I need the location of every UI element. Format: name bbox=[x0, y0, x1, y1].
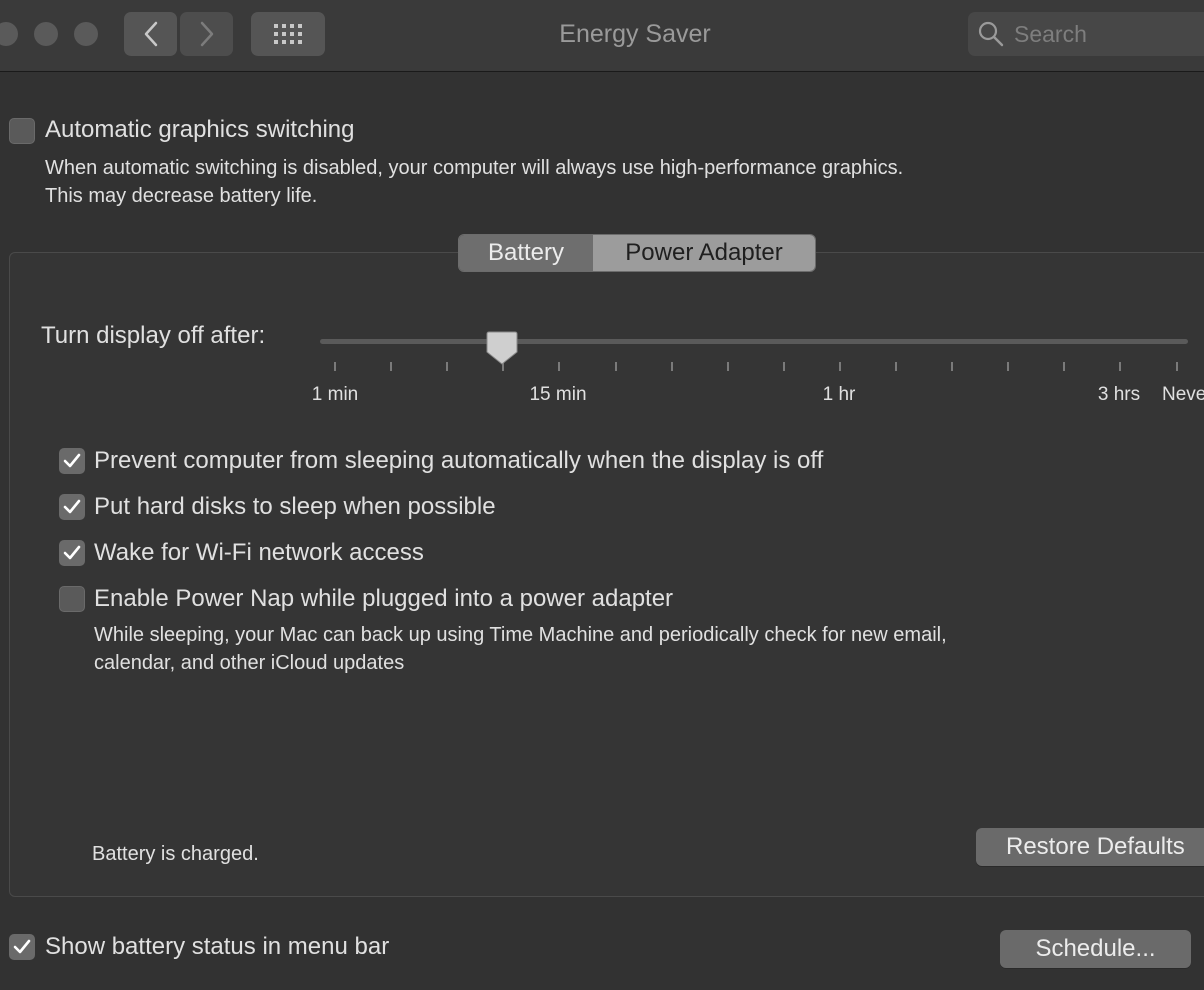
checkmark-icon bbox=[13, 939, 31, 954]
hard-disk-sleep-checkbox[interactable] bbox=[59, 494, 85, 520]
checkmark-icon bbox=[63, 499, 81, 514]
title-bar: Energy Saver Search bbox=[0, 0, 1204, 72]
tab-power-adapter[interactable]: Power Adapter bbox=[593, 235, 815, 271]
tick-label-15-min: 15 min bbox=[529, 384, 587, 405]
slider-tick bbox=[614, 362, 617, 371]
wake-wifi-label: Wake for Wi-Fi network access bbox=[94, 539, 424, 566]
display-off-label: Turn display off after: bbox=[41, 322, 266, 349]
slider-tick bbox=[1119, 362, 1122, 371]
slider-tick bbox=[1175, 362, 1178, 371]
display-off-slider-track[interactable] bbox=[320, 339, 1188, 344]
tick-label-1-hr: 1 hr bbox=[822, 384, 856, 405]
search-placeholder: Search bbox=[1014, 21, 1087, 47]
search-icon bbox=[978, 21, 1004, 47]
slider-tick bbox=[670, 362, 673, 371]
power-source-tabs: Battery Power Adapter bbox=[458, 234, 816, 272]
hard-disk-sleep-label: Put hard disks to sleep when possible bbox=[94, 493, 496, 520]
tick-label-never: Never bbox=[1162, 384, 1204, 405]
show-battery-status-checkbox[interactable] bbox=[9, 934, 35, 960]
slider-tick bbox=[782, 362, 785, 371]
slider-tick bbox=[390, 362, 393, 371]
checkmark-icon bbox=[63, 453, 81, 468]
slider-tick bbox=[838, 362, 841, 371]
slider-tick bbox=[1063, 362, 1066, 371]
slider-tick bbox=[726, 362, 729, 371]
power-nap-label: Enable Power Nap while plugged into a po… bbox=[94, 585, 674, 612]
checkmark-icon bbox=[63, 545, 81, 560]
power-nap-checkbox[interactable] bbox=[59, 586, 85, 612]
slider-tick bbox=[558, 362, 561, 371]
tab-battery[interactable]: Battery bbox=[459, 235, 593, 271]
slider-tick bbox=[951, 362, 954, 371]
display-off-slider-thumb[interactable] bbox=[486, 330, 518, 366]
slider-tick bbox=[895, 362, 897, 371]
wake-wifi-checkbox[interactable] bbox=[59, 540, 85, 566]
automatic-graphics-description-2: This may decrease battery life. bbox=[45, 185, 318, 207]
battery-status-text: Battery is charged. bbox=[92, 843, 259, 865]
tick-label-1-min: 1 min bbox=[311, 384, 359, 405]
tick-label-3-hrs: 3 hrs bbox=[1097, 384, 1141, 405]
slider-tick bbox=[446, 362, 449, 371]
automatic-graphics-description-1: When automatic switching is disabled, yo… bbox=[45, 157, 904, 179]
prevent-sleep-checkbox[interactable] bbox=[59, 448, 85, 474]
schedule-button[interactable]: Schedule... bbox=[1000, 930, 1191, 968]
slider-tick bbox=[1007, 362, 1010, 371]
show-battery-status-label: Show battery status in menu bar bbox=[45, 933, 390, 960]
restore-defaults-button[interactable]: Restore Defaults bbox=[976, 828, 1204, 866]
automatic-graphics-label: Automatic graphics switching bbox=[45, 116, 355, 143]
search-field[interactable]: Search bbox=[968, 12, 1204, 56]
prevent-sleep-label: Prevent computer from sleeping automatic… bbox=[94, 447, 824, 474]
slider-tick bbox=[334, 362, 336, 371]
power-nap-description-2: calendar, and other iCloud updates bbox=[94, 652, 405, 674]
automatic-graphics-checkbox[interactable] bbox=[9, 118, 35, 144]
power-nap-description-1: While sleeping, your Mac can back up usi… bbox=[94, 624, 947, 646]
